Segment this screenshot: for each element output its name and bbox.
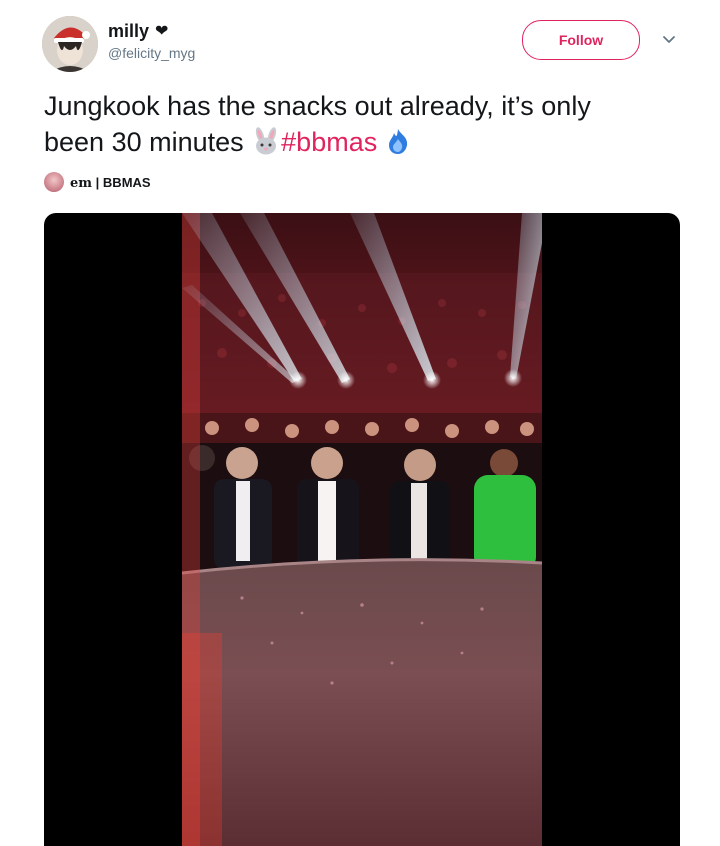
video-frame [182, 213, 542, 846]
blue-fire-icon [385, 127, 415, 155]
video-player[interactable] [44, 213, 680, 846]
tweet-text: Jungkook has the snacks out already, it’… [44, 88, 684, 160]
source-avatar [44, 172, 64, 192]
source-name: em [70, 176, 93, 191]
follow-button[interactable]: Follow [522, 20, 640, 60]
user-names: milly ❤ @felicity_myg [108, 20, 195, 62]
black-heart-icon: ❤ [155, 23, 169, 40]
user-avatar[interactable] [42, 16, 98, 72]
tweet-header: milly ❤ @felicity_myg Follow [42, 16, 682, 80]
display-name[interactable]: milly [108, 20, 149, 42]
tweet-text-line-2: been 30 minutes #bbmas [44, 124, 684, 160]
tweet-text-line-2-words: been 30 minutes [44, 127, 244, 157]
rabbit-face-icon [251, 127, 281, 155]
media-attribution[interactable]: em | BBMAS [44, 172, 151, 194]
concert-video-frame-image [182, 213, 542, 846]
attribution-separator: | [95, 175, 100, 190]
tweet-text-line-1: Jungkook has the snacks out already, it’… [44, 91, 591, 121]
chevron-down-icon[interactable] [662, 32, 676, 46]
user-handle[interactable]: @felicity_myg [108, 44, 195, 62]
hashtag-link[interactable]: #bbmas [281, 127, 377, 157]
source-tag: BBMAS [102, 175, 151, 190]
avatar-image [42, 16, 98, 72]
